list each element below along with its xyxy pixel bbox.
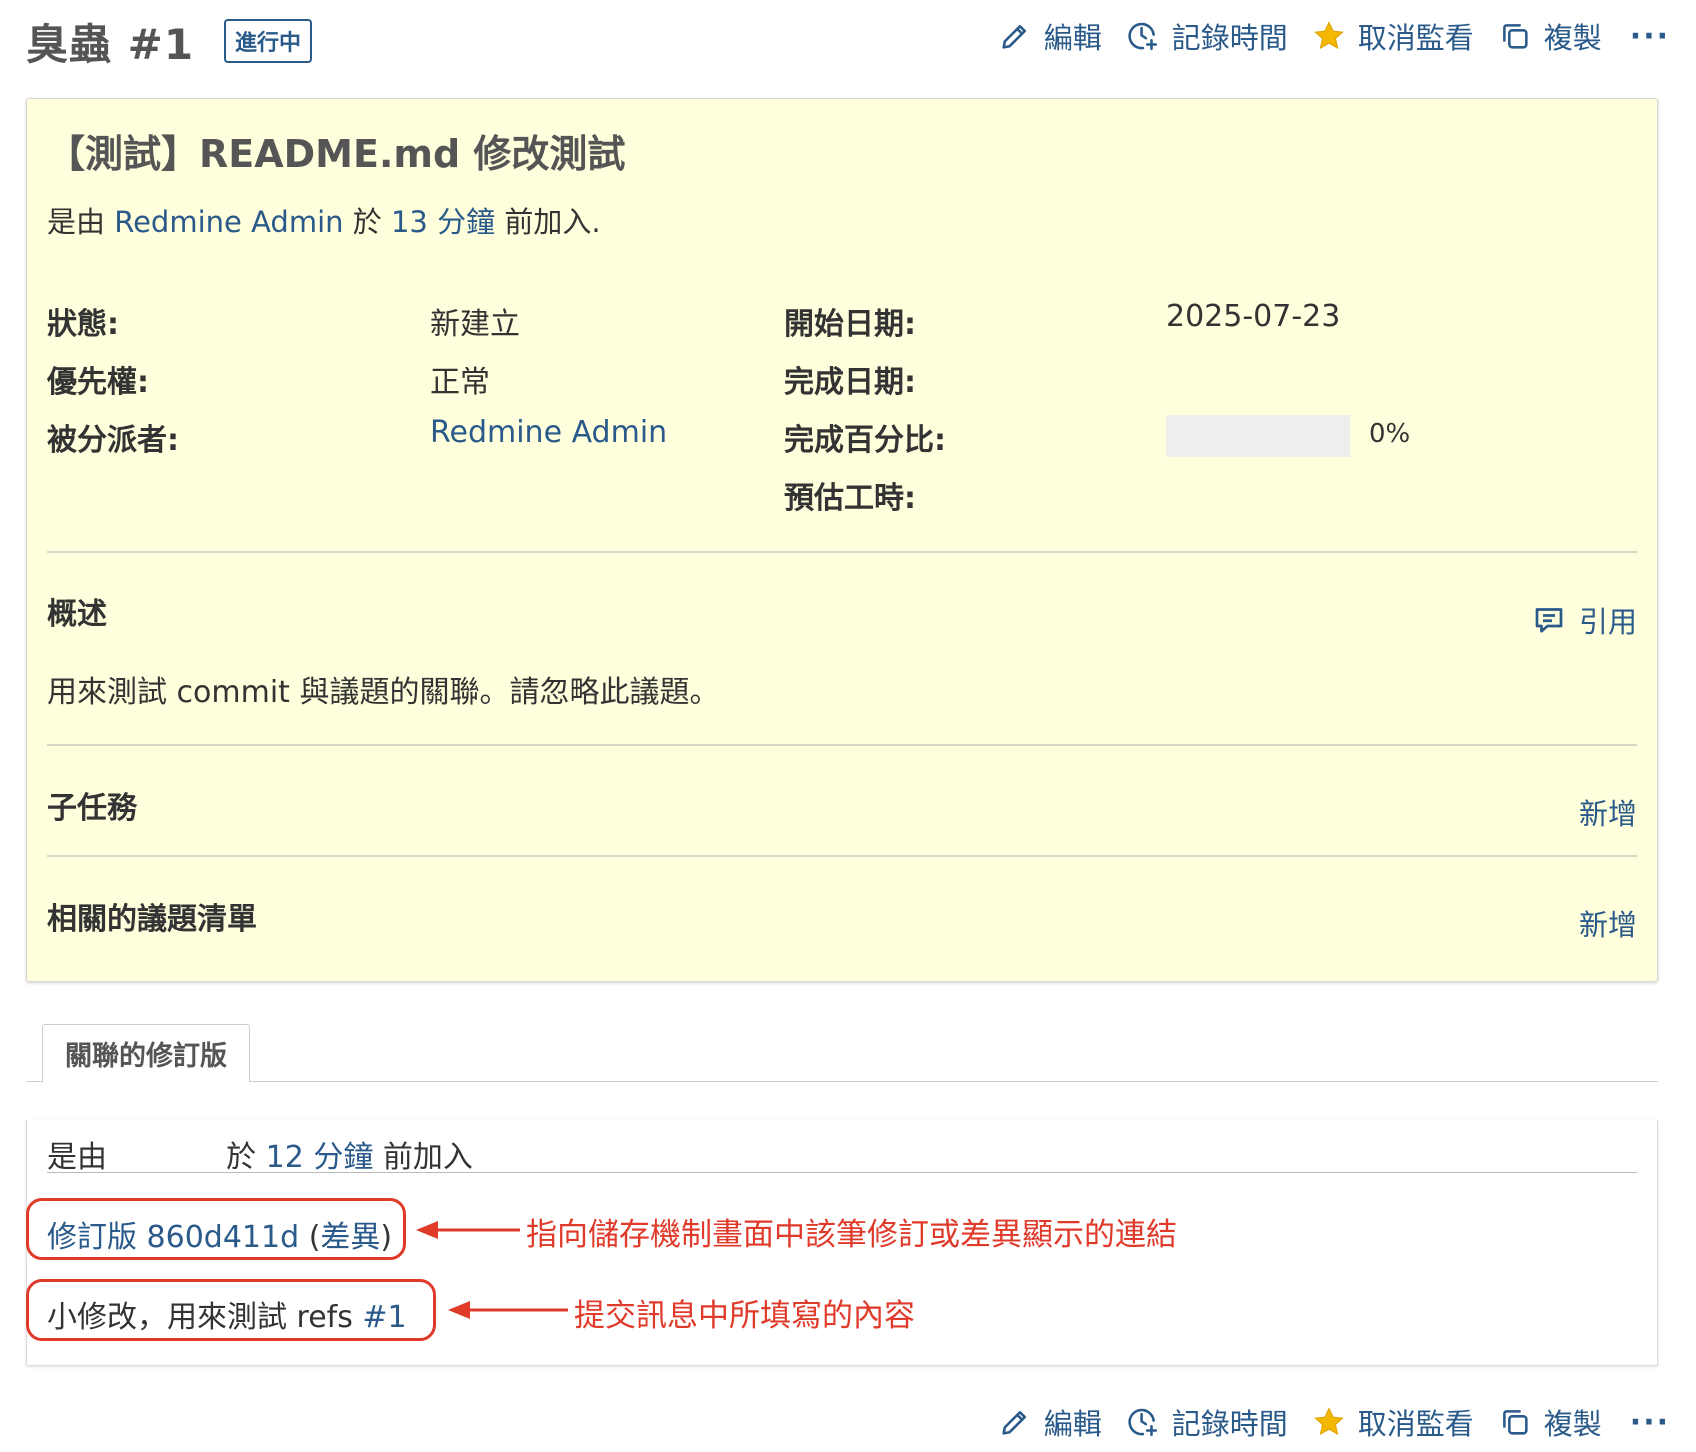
copy-button[interactable]: 複製: [1498, 1401, 1602, 1443]
clock-plus-icon: [1128, 22, 1157, 51]
done-ratio-progress-bar: [1166, 415, 1350, 457]
author-prefix: 是由: [47, 205, 106, 239]
pencil-icon: [1002, 1410, 1026, 1435]
arrow-left-icon: [448, 1301, 568, 1319]
description-title: 概述: [47, 597, 107, 632]
done-ratio-value: 0%: [1369, 419, 1411, 449]
log-time-button[interactable]: 記錄時間: [1126, 15, 1288, 57]
revision-header-divider: [47, 1172, 1637, 1173]
attr-row-priority: 優先權: 正常 完成日期:: [47, 357, 1637, 407]
revision-link-callout: [26, 1198, 406, 1260]
revision-link-annotation: 指向儲存機制畫面中該筆修訂或差異顯示的連結: [526, 1217, 1177, 1253]
author-mid: 於: [352, 205, 382, 239]
unwatch-button[interactable]: 取消監看: [1312, 1401, 1474, 1443]
revision-head-mid: 於: [226, 1140, 257, 1175]
unwatch-label: 取消監看: [1357, 21, 1474, 55]
page-title: 臭蟲 #1: [26, 19, 195, 69]
done-ratio-label: 完成百分比:: [784, 423, 946, 458]
issue-author-line: 是由 Redmine Admin 於 13 分鐘 前加入.: [47, 199, 601, 241]
revision-time-link[interactable]: 12 分鐘: [266, 1140, 374, 1175]
star-icon: [1313, 1407, 1344, 1436]
log-time-label: 記錄時間: [1171, 21, 1288, 55]
priority-value: 正常: [430, 365, 490, 400]
start-date-label: 開始日期:: [784, 307, 916, 342]
unwatch-button[interactable]: 取消監看: [1312, 15, 1474, 57]
estimated-hours-label: 預估工時:: [784, 481, 916, 516]
tab-underline: [26, 1081, 1658, 1082]
add-subtask-link[interactable]: 新增: [1579, 791, 1637, 833]
revision-head-prefix: 是由: [47, 1140, 107, 1175]
divider: [47, 744, 1637, 746]
tab-associated-revisions[interactable]: 關聯的修訂版: [42, 1024, 250, 1082]
more-actions-button[interactable]: ···: [1630, 1405, 1670, 1440]
edit-button[interactable]: 編輯: [998, 1401, 1102, 1443]
log-time-label: 記錄時間: [1171, 1407, 1288, 1441]
more-actions-button[interactable]: ···: [1630, 19, 1670, 54]
revision-header: 是由 於 12 分鐘 前加入: [47, 1132, 473, 1176]
copy-button[interactable]: 複製: [1498, 15, 1602, 57]
edit-button[interactable]: 編輯: [998, 15, 1102, 57]
copy-icon: [1502, 1410, 1528, 1435]
commit-message-callout: [26, 1279, 436, 1341]
edit-label: 編輯: [1043, 1407, 1102, 1441]
status-badge: 進行中: [224, 19, 313, 63]
status-value: 新建立: [430, 307, 520, 342]
issue-header: 臭蟲 #1 進行中: [26, 12, 313, 70]
contextual-actions-bottom: 編輯 記錄時間 取消監看 複製 ···: [974, 1400, 1670, 1444]
divider: [47, 551, 1637, 553]
quote-label: 引用: [1578, 605, 1637, 639]
copy-icon: [1502, 24, 1528, 49]
issue-subject: 【測試】README.md 修改測試: [47, 132, 626, 176]
relations-title: 相關的議題清單: [47, 902, 257, 937]
assignee-label: 被分派者:: [47, 423, 179, 458]
created-time-link[interactable]: 13 分鐘: [391, 205, 495, 239]
arrow-left-icon: [416, 1221, 520, 1239]
copy-label: 複製: [1543, 1407, 1602, 1441]
quote-button[interactable]: 引用: [1531, 599, 1637, 641]
revision-head-suffix: 前加入: [382, 1140, 473, 1175]
commit-message-annotation: 提交訊息中所填寫的內容: [574, 1298, 915, 1334]
star-icon: [1313, 21, 1344, 50]
description-text: 用來測試 commit 與議題的關聯。請忽略此議題。: [47, 675, 720, 710]
priority-label: 優先權:: [47, 365, 149, 400]
clock-plus-icon: [1128, 1408, 1157, 1437]
comment-icon: [1535, 608, 1563, 633]
author-link[interactable]: Redmine Admin: [114, 205, 343, 239]
contextual-actions-top: 編輯 記錄時間 取消監看 複製 ···: [974, 14, 1670, 58]
attr-row-assignee: 被分派者: Redmine Admin 完成百分比: 0%: [47, 415, 1637, 465]
pencil-icon: [1002, 24, 1026, 49]
status-label: 狀態:: [47, 307, 119, 342]
add-relation-link[interactable]: 新增: [1579, 902, 1637, 944]
edit-label: 編輯: [1043, 21, 1102, 55]
attr-row-status: 狀態: 新建立 開始日期: 2025-07-23: [47, 299, 1637, 349]
due-date-label: 完成日期:: [784, 365, 916, 400]
start-date-value: 2025-07-23: [1166, 299, 1341, 334]
author-suffix: 前加入.: [504, 205, 601, 239]
subtasks-title: 子任務: [47, 791, 137, 826]
log-time-button[interactable]: 記錄時間: [1126, 1401, 1288, 1443]
assignee-link[interactable]: Redmine Admin: [430, 415, 667, 450]
unwatch-label: 取消監看: [1357, 1407, 1474, 1441]
copy-label: 複製: [1543, 21, 1602, 55]
divider: [47, 855, 1637, 857]
attr-row-estimated: 預估工時:: [47, 473, 1637, 523]
issue-details: 【測試】README.md 修改測試 是由 Redmine Admin 於 13…: [26, 98, 1658, 982]
